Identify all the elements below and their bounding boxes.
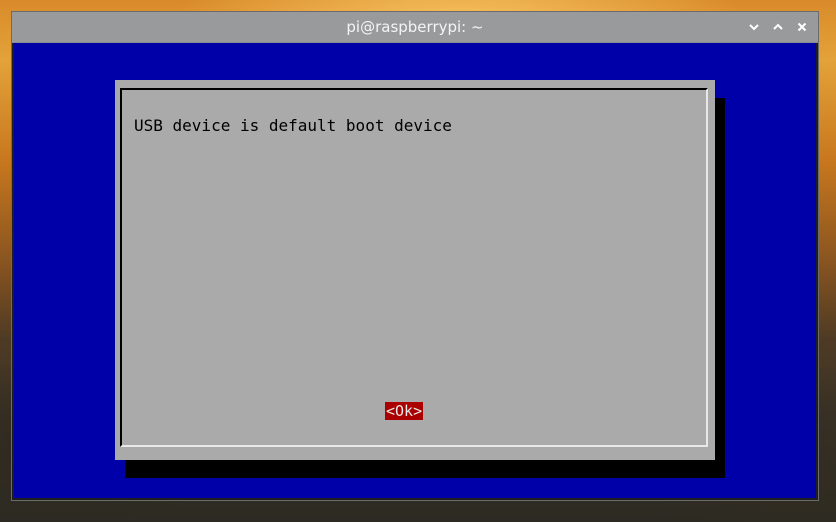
close-icon: [797, 22, 807, 32]
chevron-down-icon: [749, 24, 759, 31]
window-title: pi@raspberrypi: ~: [346, 18, 484, 36]
ok-button[interactable]: <Ok>: [385, 402, 424, 420]
title-bar[interactable]: pi@raspberrypi: ~: [12, 12, 818, 43]
dialog-frame: [120, 88, 708, 447]
dialog-message: USB device is default boot device: [134, 116, 452, 135]
chevron-up-icon: [773, 23, 783, 30]
message-dialog: USB device is default boot device <Ok>: [115, 80, 715, 460]
minimize-button[interactable]: [745, 18, 763, 36]
terminal-window: pi@raspberrypi: ~ USB device is default …: [12, 12, 818, 500]
close-button[interactable]: [793, 18, 811, 36]
maximize-button[interactable]: [769, 18, 787, 36]
terminal-area[interactable]: USB device is default boot device <Ok>: [14, 43, 816, 498]
